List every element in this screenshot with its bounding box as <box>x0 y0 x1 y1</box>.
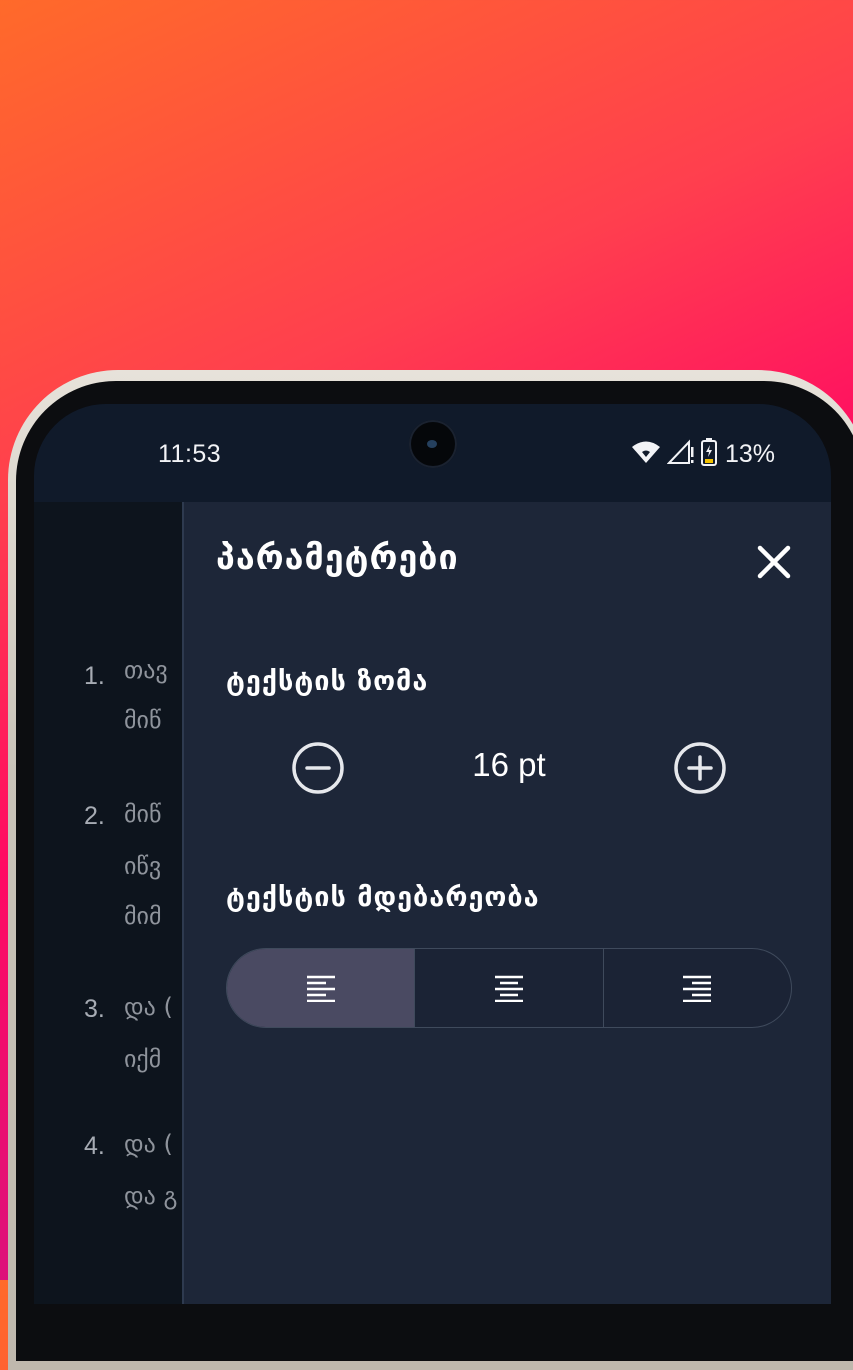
align-left-button[interactable] <box>227 949 415 1027</box>
decrease-size-button[interactable] <box>290 740 346 796</box>
front-camera <box>409 420 457 468</box>
background-article: 1. თავ მიწ 2. მიწ იწვ მიმ 3. და ( იქმ 4.… <box>34 502 184 1304</box>
settings-panel: პარამეტრები ტექსტის ზომა 16 pt ტექსტის მ… <box>182 502 831 1304</box>
align-center-icon <box>494 975 523 1002</box>
text-size-label: ტექსტის ზომა <box>226 666 429 697</box>
align-left-icon <box>306 975 335 1002</box>
minus-circle-icon <box>292 742 344 794</box>
status-time: 11:53 <box>158 440 222 468</box>
battery-icon <box>700 438 717 470</box>
cell-signal-icon <box>666 439 695 469</box>
alignment-toggle <box>226 948 792 1028</box>
close-icon <box>757 545 791 579</box>
text-alignment-label: ტექსტის მდებარეობა <box>226 882 540 913</box>
battery-percent: 13% <box>724 439 775 468</box>
panel-title: პარამეტრები <box>216 538 459 578</box>
plus-circle-icon <box>674 742 726 794</box>
wifi-icon <box>631 440 661 468</box>
status-icons: 13% <box>631 438 775 470</box>
close-button[interactable] <box>754 542 794 582</box>
text-size-value: 16 pt <box>472 746 546 783</box>
align-right-button[interactable] <box>602 949 791 1027</box>
increase-size-button[interactable] <box>672 740 728 796</box>
status-bar: 11:53 13% <box>34 404 831 502</box>
align-right-icon <box>683 975 712 1002</box>
align-center-button[interactable] <box>414 949 602 1027</box>
phone-screen: 11:53 13% 1. თავ მიწ 2. მიწ იწვ მიმ 3. დ… <box>34 404 831 1304</box>
